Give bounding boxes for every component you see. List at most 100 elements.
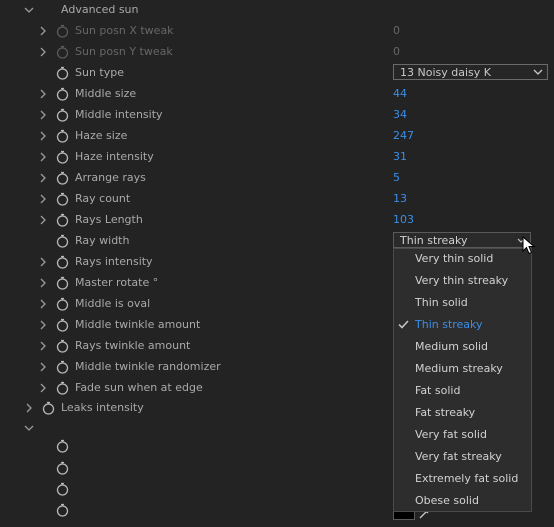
option-label: Medium streaky xyxy=(415,362,503,375)
chevron-right-icon[interactable] xyxy=(38,193,48,205)
dropdown-option[interactable]: Very thin streaky xyxy=(394,270,531,292)
property-label: Haze intensity xyxy=(75,150,154,163)
property-row[interactable]: Haze intensity 31 xyxy=(0,147,554,168)
chevron-right-icon[interactable] xyxy=(38,340,48,352)
select-value: 13 Noisy daisy K xyxy=(400,66,491,79)
dropdown-option[interactable]: Fat solid xyxy=(394,380,531,402)
property-row[interactable]: Middle size 44 xyxy=(0,84,554,105)
dropdown-option[interactable]: Thin solid xyxy=(394,292,531,314)
chevron-down-icon[interactable] xyxy=(24,422,34,434)
dropdown-option[interactable]: Very fat streaky xyxy=(394,446,531,468)
chevron-right-icon[interactable] xyxy=(38,88,48,100)
property-value[interactable]: 31 xyxy=(393,150,407,163)
stopwatch-icon[interactable] xyxy=(56,360,69,374)
chevron-right-icon[interactable] xyxy=(38,382,48,394)
property-label: Sun posn X tweak xyxy=(75,24,174,37)
stopwatch-icon[interactable] xyxy=(56,381,69,395)
property-label: Master rotate ° xyxy=(75,276,159,289)
property-value[interactable]: 44 xyxy=(393,87,407,100)
property-row[interactable]: Sun posn Y tweak 0 xyxy=(0,42,554,63)
option-label: Very fat streaky xyxy=(415,450,502,463)
stopwatch-icon[interactable] xyxy=(56,503,69,517)
option-label: Very thin solid xyxy=(415,252,494,265)
property-label: Arrange rays xyxy=(75,171,146,184)
property-row[interactable]: Haze size 247 xyxy=(0,126,554,147)
dropdown-option[interactable]: Fat streaky xyxy=(394,402,531,424)
property-row[interactable]: Sun posn X tweak 0 xyxy=(0,21,554,42)
color-swatch[interactable] xyxy=(393,511,415,520)
property-label: Ray width xyxy=(75,234,130,247)
stopwatch-icon[interactable] xyxy=(56,192,69,206)
property-row[interactable]: Arrange rays 5 xyxy=(0,168,554,189)
stopwatch-icon[interactable] xyxy=(56,87,69,101)
property-row[interactable]: Ray count 13 xyxy=(0,189,554,210)
property-value[interactable]: 13 xyxy=(393,192,407,205)
property-label: Middle intensity xyxy=(75,108,163,121)
stopwatch-icon[interactable] xyxy=(56,439,69,453)
chevron-right-icon[interactable] xyxy=(24,402,34,414)
chevron-right-icon[interactable] xyxy=(38,25,48,37)
chevron-right-icon[interactable] xyxy=(38,172,48,184)
stopwatch-icon[interactable] xyxy=(56,171,69,185)
dropdown-option[interactable]: Very thin solid xyxy=(394,248,531,270)
property-value[interactable]: 5 xyxy=(393,171,400,184)
chevron-right-icon[interactable] xyxy=(38,277,48,289)
stopwatch-icon[interactable] xyxy=(56,461,69,475)
property-value[interactable]: 103 xyxy=(393,213,414,226)
sun-type-select[interactable]: 13 Noisy daisy K xyxy=(393,64,548,80)
property-label: Ray count xyxy=(75,192,131,205)
stopwatch-icon[interactable] xyxy=(56,339,69,353)
ray-width-select[interactable]: Thin streaky xyxy=(393,232,531,248)
dropdown-option[interactable]: Medium streaky xyxy=(394,358,531,380)
chevron-right-icon[interactable] xyxy=(38,109,48,121)
chevron-right-icon[interactable] xyxy=(38,319,48,331)
stopwatch-icon[interactable] xyxy=(56,150,69,164)
property-label: Rays Length xyxy=(75,213,143,226)
section-title: Advanced sun xyxy=(61,3,139,16)
property-value[interactable]: 247 xyxy=(393,129,414,142)
dropdown-option[interactable]: Very fat solid xyxy=(394,424,531,446)
chevron-right-icon[interactable] xyxy=(38,151,48,163)
property-value[interactable]: 34 xyxy=(393,108,407,121)
stopwatch-icon[interactable] xyxy=(56,482,69,496)
dropdown-option[interactable]: Extremely fat solid xyxy=(394,468,531,490)
chevron-right-icon[interactable] xyxy=(38,361,48,373)
option-label: Very fat solid xyxy=(415,428,487,441)
ray-width-dropdown-list: Very thin solid Very thin streaky Thin sol… xyxy=(393,248,532,512)
dropdown-option[interactable]: Thin streaky xyxy=(394,314,531,336)
option-label: Very thin streaky xyxy=(415,274,509,287)
stopwatch-icon[interactable] xyxy=(56,276,69,290)
chevron-right-icon[interactable] xyxy=(38,214,48,226)
chevron-right-icon[interactable] xyxy=(38,130,48,142)
property-label: Sun type xyxy=(75,66,124,79)
stopwatch-icon[interactable] xyxy=(56,318,69,332)
check-icon xyxy=(398,320,409,329)
property-row[interactable]: Middle intensity 34 xyxy=(0,105,554,126)
chevron-right-icon[interactable] xyxy=(38,46,48,58)
stopwatch-icon[interactable] xyxy=(56,66,69,80)
property-row[interactable]: Sun type 13 Noisy daisy K xyxy=(0,63,554,84)
stopwatch-icon[interactable] xyxy=(56,45,69,59)
chevron-down-icon[interactable] xyxy=(24,4,34,16)
dropdown-option[interactable]: Medium solid xyxy=(394,336,531,358)
stopwatch-icon[interactable] xyxy=(56,24,69,38)
advanced-sun-header[interactable]: Advanced sun xyxy=(0,0,554,21)
property-label: Middle size xyxy=(75,87,137,100)
property-value[interactable]: 0 xyxy=(393,45,400,58)
stopwatch-icon[interactable] xyxy=(42,401,55,415)
stopwatch-icon[interactable] xyxy=(56,108,69,122)
dropdown-option[interactable]: Obese solid xyxy=(394,490,531,512)
property-row[interactable]: Rays Length 103 xyxy=(0,210,554,231)
property-value[interactable]: 0 xyxy=(393,24,400,37)
chevron-right-icon[interactable] xyxy=(38,256,48,268)
stopwatch-icon[interactable] xyxy=(56,234,69,248)
chevron-right-icon[interactable] xyxy=(38,298,48,310)
stopwatch-icon[interactable] xyxy=(56,255,69,269)
property-label: Middle twinkle randomizer xyxy=(75,360,221,373)
stopwatch-icon[interactable] xyxy=(56,129,69,143)
mouse-cursor-icon xyxy=(522,236,536,255)
leaks-intensity-label: Leaks intensity xyxy=(61,401,144,414)
stopwatch-icon[interactable] xyxy=(56,213,69,227)
stopwatch-icon[interactable] xyxy=(56,297,69,311)
option-label: Extremely fat solid xyxy=(415,472,519,485)
